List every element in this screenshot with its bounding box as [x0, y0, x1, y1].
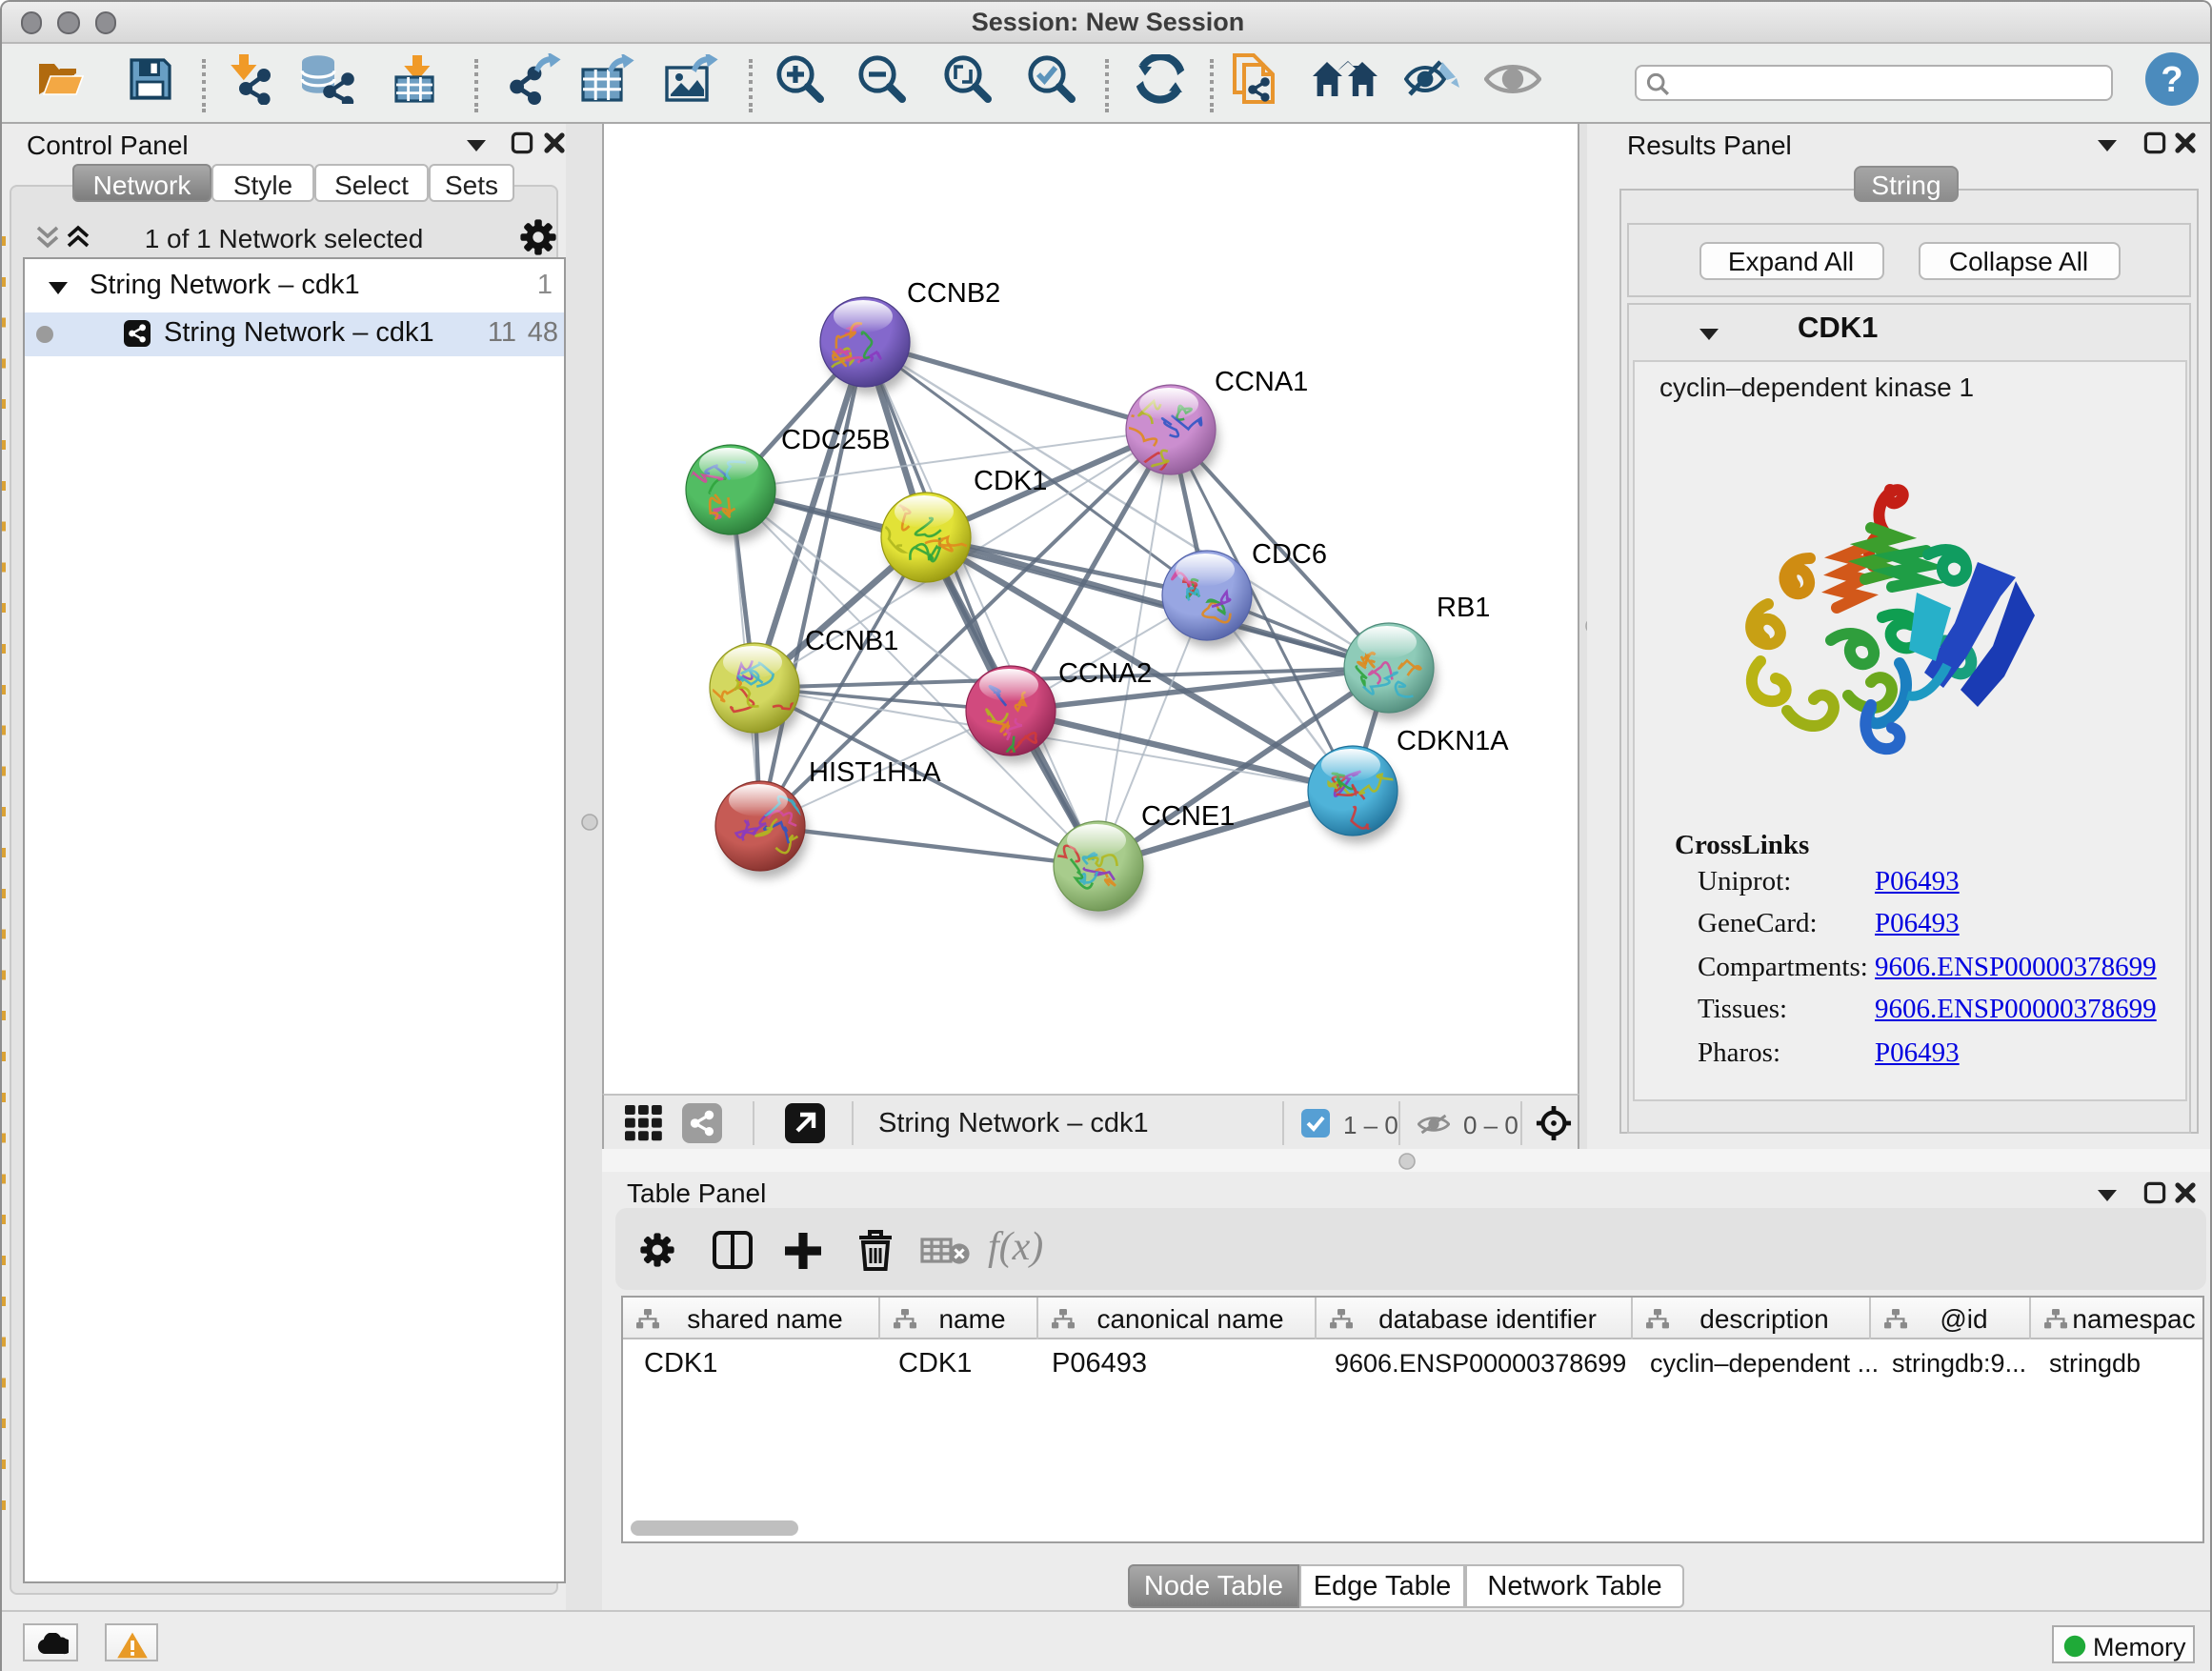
svg-text:RB1: RB1 — [1437, 593, 1490, 623]
svg-text:CCNE1: CCNE1 — [1141, 801, 1235, 832]
svg-text:CDC25B: CDC25B — [781, 425, 890, 455]
svg-text:CDK1: CDK1 — [974, 466, 1047, 496]
svg-text:CCNA1: CCNA1 — [1215, 367, 1308, 397]
svg-text:CCNA2: CCNA2 — [1058, 658, 1152, 689]
svg-text:CDKN1A: CDKN1A — [1397, 726, 1509, 756]
svg-text:CCNB1: CCNB1 — [805, 626, 898, 656]
svg-text:CDC6: CDC6 — [1252, 539, 1327, 570]
svg-text:?: ? — [2160, 60, 2182, 100]
svg-text:HIST1H1A: HIST1H1A — [809, 757, 941, 788]
svg-text:CCNB2: CCNB2 — [907, 278, 1000, 309]
